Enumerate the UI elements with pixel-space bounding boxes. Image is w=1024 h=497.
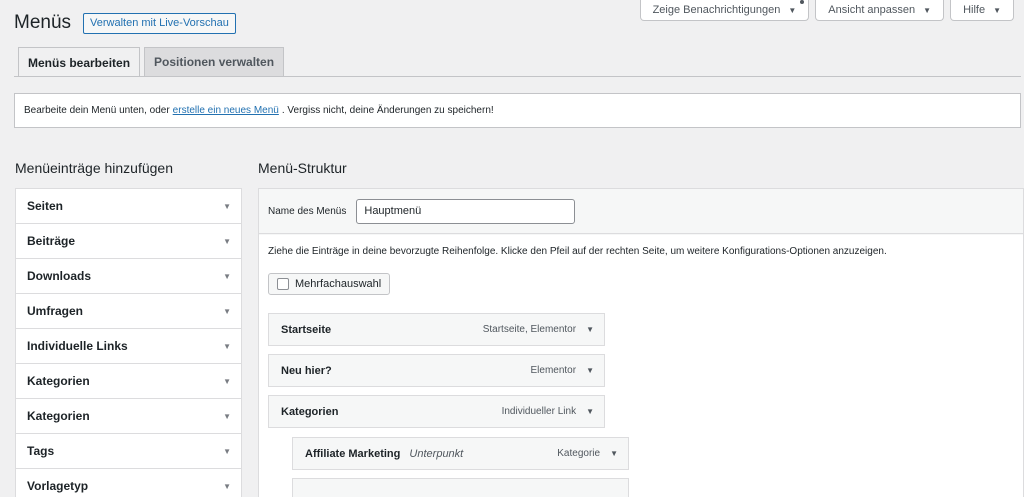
chevron-down-icon: ▼ (223, 481, 231, 491)
menu-name-bar: Name des Menüs Hauptmenü (259, 189, 1023, 234)
menu-item-title: Affiliate Marketing (305, 447, 401, 460)
menu-item-sub-partial[interactable] (292, 478, 629, 497)
notice-text-after: . Vergiss nicht, deine Änderungen zu spe… (281, 105, 494, 116)
accordion-section-label: Tags (27, 444, 55, 458)
accordion-section-categories-2[interactable]: Kategorien ▼ (16, 399, 241, 434)
accordion-section-posts[interactable]: Beiträge ▼ (16, 224, 241, 259)
menu-structure-title: Menü-Struktur (258, 160, 347, 176)
chevron-down-icon[interactable]: ▼ (610, 449, 618, 458)
chevron-down-icon: ▼ (993, 5, 1001, 15)
chevron-down-icon: ▼ (223, 411, 231, 421)
menu-item[interactable]: Neu hier? Elementor ▼ (268, 354, 605, 387)
accordion-section-label: Beiträge (27, 234, 76, 248)
chevron-down-icon: ▼ (223, 341, 231, 351)
tab-manage-locations[interactable]: Positionen verwalten (144, 47, 285, 76)
accordion-section-label: Individuelle Links (27, 339, 128, 353)
add-menu-items-title: Menüeinträge hinzufügen (15, 160, 174, 176)
chevron-down-icon: ▼ (788, 5, 797, 15)
screen-options-toggle[interactable]: Ansicht anpassen ▼ (815, 0, 945, 21)
menu-name-input[interactable]: Hauptmenü (356, 198, 576, 224)
menu-item[interactable]: Startseite Startseite, Elementor ▼ (268, 313, 605, 346)
bulk-select-button[interactable]: Mehrfachauswahl (268, 273, 391, 295)
add-menu-items-accordion: Seiten ▼ Beiträge ▼ Downloads ▼ Umfragen… (15, 188, 242, 497)
accordion-section-downloads[interactable]: Downloads ▼ (16, 259, 241, 294)
chevron-down-icon: ▼ (223, 306, 231, 316)
menu-structure-panel: Name des Menüs Hauptmenü Ziehe die Eintr… (258, 188, 1024, 497)
chevron-down-icon: ▼ (223, 376, 231, 386)
accordion-section-label: Umfragen (27, 304, 84, 318)
screen-options-label: Ansicht anpassen (828, 4, 916, 16)
help-toggle[interactable]: Hilfe ▼ (950, 0, 1014, 21)
checkbox-icon (277, 278, 289, 290)
drag-instructions: Ziehe die Einträge in deine bevorzugte R… (268, 246, 887, 257)
manage-menus-notice: Bearbeite dein Menü unten, oder erstelle… (14, 93, 1021, 128)
accordion-section-label: Vorlagetyp (27, 479, 89, 493)
chevron-down-icon: ▼ (223, 271, 231, 281)
accordion-section-custom-links[interactable]: Individuelle Links ▼ (16, 329, 241, 364)
screen-meta-links: Zeige Benachrichtigungen ▼ Ansicht anpas… (639, 0, 1014, 21)
menu-structure-body: Ziehe die Einträge in deine bevorzugte R… (259, 235, 1023, 497)
chevron-down-icon: ▼ (223, 201, 231, 211)
page-title: Menüs (14, 12, 72, 33)
accordion-section-tags[interactable]: Tags ▼ (16, 434, 241, 469)
chevron-down-icon: ▼ (223, 236, 231, 246)
nav-tabs: Menüs bearbeiten Positionen verwalten (18, 47, 285, 77)
menu-item-type: Individueller Link (501, 406, 577, 417)
menu-name-label: Name des Menüs (268, 205, 347, 217)
menu-item-type: Elementor (530, 365, 577, 376)
chevron-down-icon: ▼ (223, 446, 231, 456)
menu-item[interactable]: Kategorien Individueller Link ▼ (268, 395, 605, 428)
menu-item-title: Neu hier? (281, 364, 332, 377)
chevron-down-icon: ▼ (923, 5, 932, 15)
menu-item-subtitle: Unterpunkt (409, 447, 464, 460)
accordion-section-template-type[interactable]: Vorlagetyp ▼ (16, 469, 241, 497)
help-label: Hilfe (963, 4, 986, 16)
bulk-select-label: Mehrfachauswahl (295, 278, 382, 290)
accordion-section-label: Kategorien (27, 409, 90, 423)
accordion-section-label: Kategorien (27, 374, 90, 388)
notice-text-before: Bearbeite dein Menü unten, oder (24, 105, 170, 116)
accordion-section-polls[interactable]: Umfragen ▼ (16, 294, 241, 329)
notifications-label: Zeige Benachrichtigungen (652, 4, 781, 16)
notification-dot-icon (799, 0, 804, 4)
menu-item-title: Kategorien (281, 405, 339, 418)
chevron-down-icon[interactable]: ▼ (586, 325, 594, 334)
create-new-menu-link[interactable]: erstelle ein neues Menü (173, 105, 279, 116)
tab-edit-menus[interactable]: Menüs bearbeiten (18, 47, 141, 77)
menu-item-sub[interactable]: Affiliate Marketing Unterpunkt Kategorie… (292, 437, 629, 470)
chevron-down-icon[interactable]: ▼ (586, 366, 594, 375)
live-preview-button[interactable]: Verwalten mit Live-Vorschau (83, 12, 236, 34)
accordion-section-pages[interactable]: Seiten ▼ (16, 189, 241, 224)
menu-item-type: Startseite, Elementor (482, 324, 577, 335)
menu-item-type: Kategorie (557, 448, 601, 459)
tabs-divider (14, 76, 1021, 77)
menu-item-title: Startseite (281, 323, 332, 336)
accordion-section-categories[interactable]: Kategorien ▼ (16, 364, 241, 399)
accordion-section-label: Downloads (27, 269, 92, 283)
page-heading: Menüs Verwalten mit Live-Vorschau (14, 12, 236, 34)
accordion-section-label: Seiten (27, 199, 64, 213)
notifications-toggle[interactable]: Zeige Benachrichtigungen ▼ (639, 0, 810, 21)
chevron-down-icon[interactable]: ▼ (586, 407, 594, 416)
